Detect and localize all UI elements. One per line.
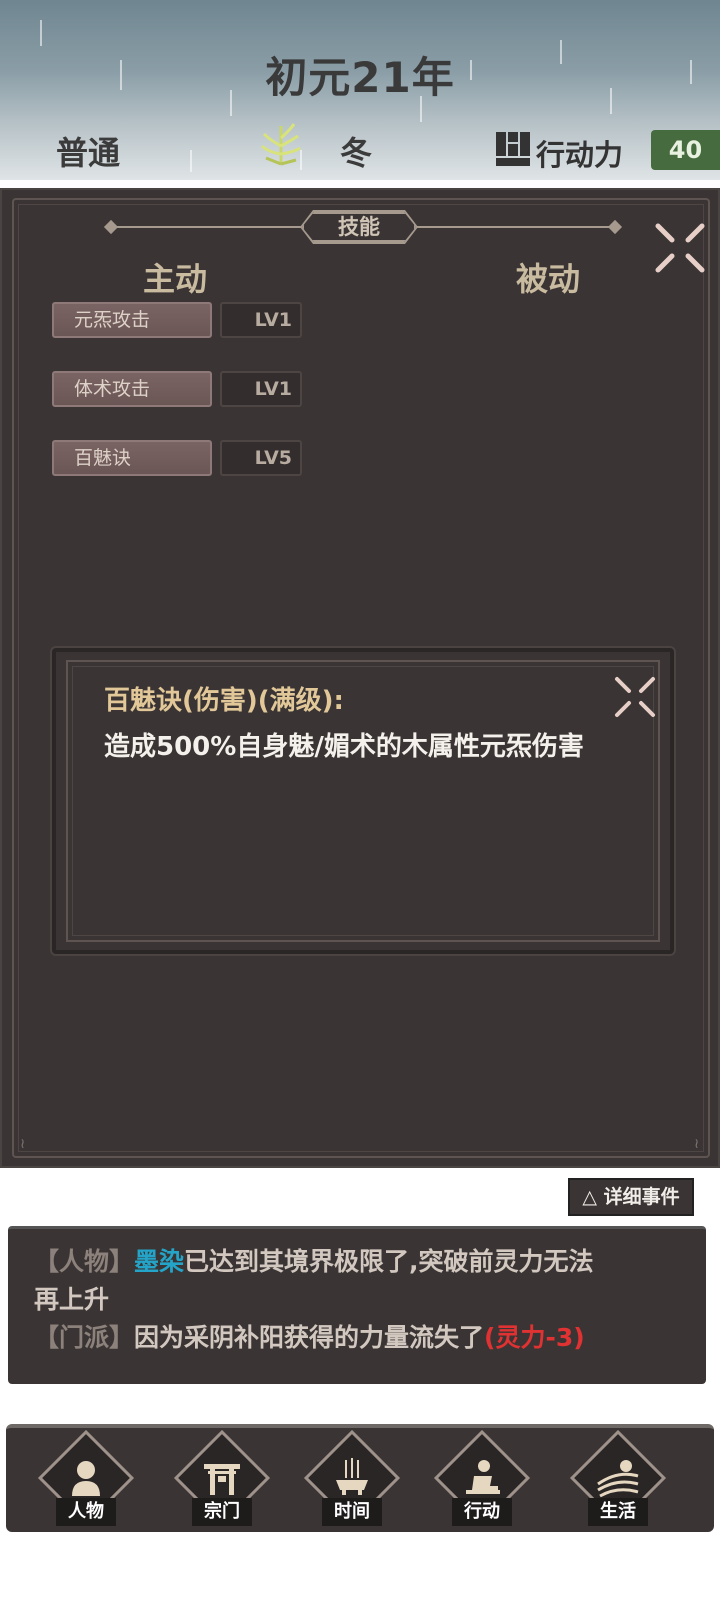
skill-name[interactable]: 体术攻击 xyxy=(52,371,212,407)
top-status-bar: 初元21年 普通 冬 行动力 40 xyxy=(0,0,720,180)
action-points-label: 行动力 xyxy=(536,138,624,172)
nav-sect[interactable]: 宗门 xyxy=(172,1429,272,1536)
skill-name[interactable]: 百魅诀 xyxy=(52,440,212,476)
skill-level: LV5 xyxy=(220,440,302,476)
incense-icon xyxy=(336,1458,368,1495)
action-icon xyxy=(466,1460,500,1494)
nav-label: 人物 xyxy=(56,1498,116,1526)
nav-label: 宗门 xyxy=(192,1498,252,1526)
nav-time[interactable]: 时间 xyxy=(302,1429,402,1536)
panel-title: 技能 xyxy=(302,212,416,242)
rain-streak xyxy=(40,20,42,46)
skill-detail-popup: 百魅诀(伤害)(满级): 造成500%自身魅/媚术的木属性元炁伤害 xyxy=(52,648,674,954)
active-skills-heading[interactable]: 主动 xyxy=(143,254,207,300)
event-tag: 【门派】 xyxy=(34,1323,135,1352)
bottom-nav: 人物 宗门 时间 行动 生活 xyxy=(6,1424,714,1532)
event-line-continued: 再上升 xyxy=(34,1285,110,1314)
event-effect: (灵力-3) xyxy=(484,1323,585,1352)
nav-action[interactable]: 行动 xyxy=(432,1429,532,1536)
skill-name[interactable]: 元炁攻击 xyxy=(52,302,212,338)
skill-panel: ≀ ≀ 技能 主动 被动 元炁攻击 LV1 体术攻击 LV1 百魅诀 LV5 百… xyxy=(0,188,720,1168)
event-text: 因为采阴补阳获得的力量流失了 xyxy=(134,1323,485,1352)
event-text: 已达到其境界极限了,突破前灵力无法 xyxy=(184,1247,594,1276)
field-icon xyxy=(597,1460,639,1498)
sect-gate-icon xyxy=(204,1464,240,1495)
corner-ornament-icon: ≀ xyxy=(694,1136,700,1152)
corner-ornament-icon: ≀ xyxy=(20,1136,26,1152)
skill-detail-text: 造成500%自身魅/媚术的木属性元炁伤害 xyxy=(104,732,584,762)
event-line: 【门派】因为采阴补阳获得的力量流失了(灵力-3) xyxy=(34,1319,686,1357)
season-label: 冬 xyxy=(340,134,373,172)
event-tag: 【人物】 xyxy=(34,1247,135,1276)
nav-label: 生活 xyxy=(588,1498,648,1526)
skill-detail-title: 百魅诀(伤害)(满级): xyxy=(104,686,344,716)
close-icon[interactable] xyxy=(652,220,708,276)
reed-icon xyxy=(260,123,301,166)
nav-life[interactable]: 生活 xyxy=(568,1429,668,1536)
rain-streak xyxy=(190,150,192,172)
year-title: 初元21年 xyxy=(265,53,455,102)
event-log: 【人物】墨染已达到其境界极限了,突破前灵力无法 再上升 【门派】因为采阴补阳获得… xyxy=(8,1226,706,1384)
nav-label: 时间 xyxy=(322,1498,382,1526)
nav-person[interactable]: 人物 xyxy=(36,1429,136,1536)
skill-level: LV1 xyxy=(220,371,302,407)
person-icon xyxy=(72,1461,100,1496)
character-name-link[interactable]: 墨染 xyxy=(134,1247,184,1276)
detailed-events-button[interactable]: △ 详细事件 xyxy=(568,1178,694,1216)
action-points-value: 40 xyxy=(651,130,720,170)
close-icon[interactable] xyxy=(612,674,658,720)
skill-level: LV1 xyxy=(220,302,302,338)
action-points-icon xyxy=(496,132,530,166)
passive-skills-heading[interactable]: 被动 xyxy=(516,254,580,300)
nav-label: 行动 xyxy=(452,1498,512,1526)
difficulty-label[interactable]: 普通 xyxy=(56,128,120,174)
event-line: 【人物】墨染已达到其境界极限了,突破前灵力无法 xyxy=(34,1243,686,1281)
